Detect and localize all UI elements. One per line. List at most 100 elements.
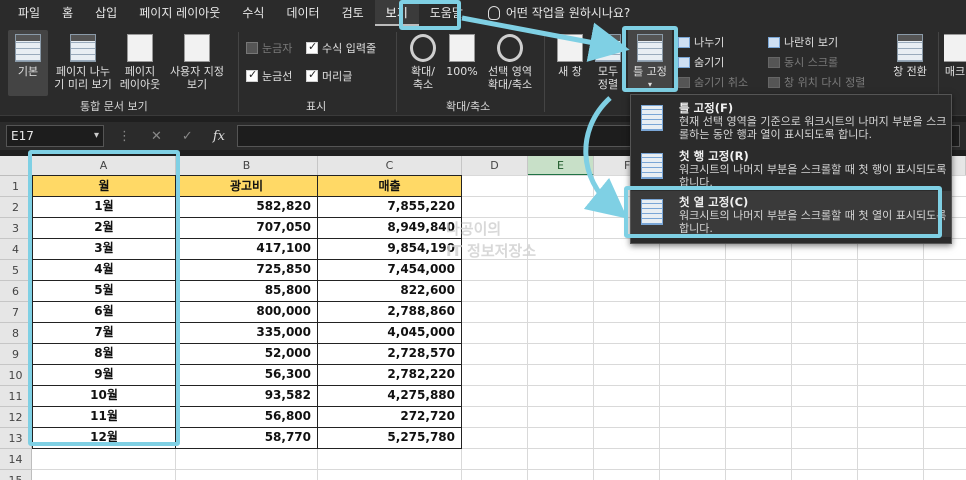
lightbulb-icon — [487, 6, 500, 20]
menu-home[interactable]: 홈 — [51, 0, 84, 26]
sales-cell[interactable]: 2,728,570 — [318, 343, 462, 365]
sales-cell[interactable]: 9,854,190 — [318, 238, 462, 260]
cancel-icon[interactable]: ✕ — [151, 129, 162, 144]
sales-cell[interactable]: 7,855,220 — [318, 196, 462, 218]
ad-cost-cell[interactable]: 93,582 — [176, 385, 318, 407]
ad-cost-cell[interactable]: 335,000 — [176, 322, 318, 344]
sales-cell[interactable]: 272,720 — [318, 406, 462, 428]
insert-function-icon[interactable]: fx — [213, 129, 225, 144]
custom-views-icon — [184, 34, 210, 62]
table-header-sales-cell[interactable]: 매출 — [318, 175, 462, 197]
menu-file[interactable]: 파일 — [0, 0, 51, 26]
column-header-c[interactable]: C — [318, 156, 462, 176]
unhide-button[interactable]: 숨기기 취소 — [678, 74, 748, 90]
freeze-top-row-option[interactable]: 첫 행 고정(R) 워크시트의 나머지 부분을 스크롤할 때 첫 행이 표시되도… — [631, 145, 951, 191]
sales-cell[interactable]: 4,045,000 — [318, 322, 462, 344]
switch-windows-label: 창 전환 — [893, 65, 927, 78]
tell-me-box[interactable]: 어떤 작업을 원하시나요? — [474, 0, 641, 26]
zoom-label-1: 확대/ — [411, 65, 435, 78]
ad-cost-cell[interactable]: 725,850 — [176, 259, 318, 281]
new-window-button[interactable]: 새 창 — [552, 34, 588, 78]
menu-insert[interactable]: 삽입 — [84, 0, 128, 26]
enter-icon[interactable]: ✓ — [182, 129, 193, 144]
column-header-e[interactable]: E — [528, 156, 594, 176]
zoom-100-icon — [449, 34, 475, 62]
sales-cell[interactable]: 2,782,220 — [318, 364, 462, 386]
arrange-all-button[interactable]: 모두 정렬 — [592, 34, 624, 91]
menu-bar: 파일 홈 삽입 페이지 레이아웃 수식 데이터 검토 보기 도움말 어떤 작업을… — [0, 0, 966, 26]
reset-window-position-button[interactable]: 창 위치 다시 정렬 — [768, 74, 865, 90]
row-header[interactable]: 15 — [0, 470, 32, 480]
macros-button[interactable]: 매크 — [944, 34, 966, 78]
menu-formulas[interactable]: 수식 — [231, 0, 275, 26]
macros-label: 매크 — [944, 65, 966, 78]
sales-cell[interactable]: 5,275,780 — [318, 427, 462, 449]
ruler-checkbox[interactable]: 눈금자 — [246, 40, 292, 56]
page-layout-icon — [127, 34, 153, 62]
ad-cost-cell[interactable]: 56,800 — [176, 406, 318, 428]
hide-button[interactable]: 숨기기 — [678, 54, 724, 70]
grid-line — [593, 176, 594, 480]
menu-review[interactable]: 검토 — [331, 0, 375, 26]
page-layout-view-button[interactable]: 페이지 레이아웃 — [118, 34, 162, 91]
formula-bar-checkbox[interactable]: 수식 입력줄 — [306, 40, 376, 56]
split-button[interactable]: 나누기 — [678, 34, 724, 50]
arrange-label-1: 모두 — [597, 65, 619, 78]
view-side-by-side-button[interactable]: 나란히 보기 — [768, 34, 838, 50]
ad-cost-cell[interactable]: 800,000 — [176, 301, 318, 323]
ribbon-separator — [396, 32, 397, 112]
name-box[interactable]: E17 — [6, 125, 104, 147]
zoom-100-button[interactable]: 100% — [444, 34, 480, 78]
freeze-panes-option[interactable]: 틀 고정(F) 현재 선택 영역을 기준으로 워크시트의 나머지 부분을 스크롤… — [631, 97, 951, 143]
gridlines-checkbox[interactable]: 눈금선 — [246, 68, 292, 84]
table-header-ad-cost-cell[interactable]: 광고비 — [176, 175, 318, 197]
group-label-workbook-views: 통합 문서 보기 — [80, 100, 148, 113]
sales-cell[interactable]: 4,275,880 — [318, 385, 462, 407]
sales-cell[interactable]: 8,949,840 — [318, 217, 462, 239]
arrange-all-icon — [595, 34, 621, 62]
ad-cost-cell[interactable]: 58,770 — [176, 427, 318, 449]
headings-checkbox[interactable]: 머리글 — [306, 68, 352, 84]
magnifier-icon — [410, 34, 436, 62]
more-options-icon[interactable]: ⋮ — [118, 129, 131, 144]
highlight-column-a — [28, 150, 180, 446]
hide-label: 숨기기 — [694, 56, 725, 69]
ad-cost-cell[interactable]: 52,000 — [176, 343, 318, 365]
sales-cell[interactable]: 2,788,860 — [318, 301, 462, 323]
ad-cost-cell[interactable]: 417,100 — [176, 238, 318, 260]
ad-cost-cell[interactable]: 582,820 — [176, 196, 318, 218]
sync-scroll-label: 동시 스크롤 — [784, 56, 839, 69]
page-break-label-2: 기 미리 보기 — [54, 78, 112, 91]
split-icon — [678, 36, 690, 48]
ad-cost-cell[interactable]: 707,050 — [176, 217, 318, 239]
reset-position-icon — [768, 76, 780, 88]
custom-views-button[interactable]: 사용자 지정 보기 — [164, 34, 230, 91]
ad-cost-cell[interactable]: 56,300 — [176, 364, 318, 386]
menu-page-layout[interactable]: 페이지 레이아웃 — [128, 0, 231, 26]
switch-windows-button[interactable]: 창 전환 — [888, 34, 932, 78]
macros-icon — [944, 34, 966, 62]
headings-label: 머리글 — [322, 70, 353, 83]
freeze-panes-option-title: 틀 고정(F) — [679, 101, 734, 115]
menu-data[interactable]: 데이터 — [275, 0, 330, 26]
column-header-b[interactable]: B — [176, 156, 318, 176]
new-window-icon — [557, 34, 583, 62]
sales-cell[interactable]: 822,600 — [318, 280, 462, 302]
column-header-d[interactable]: D — [462, 156, 528, 176]
grid-line — [32, 469, 966, 470]
zoom-selection-label-2: 확대/축소 — [487, 78, 533, 91]
sync-scroll-button[interactable]: 동시 스크롤 — [768, 54, 838, 70]
formula-bar-icons: ⋮ ✕ ✓ fx — [118, 129, 225, 144]
zoom-to-selection-button[interactable]: 선택 영역 확대/축소 — [482, 34, 538, 91]
normal-view-label: 기본 — [17, 65, 39, 78]
row-header[interactable]: 14 — [0, 449, 32, 470]
zoom-button[interactable]: 확대/ 축소 — [404, 34, 442, 91]
sales-cell[interactable]: 7,454,000 — [318, 259, 462, 281]
ad-cost-cell[interactable]: 85,800 — [176, 280, 318, 302]
normal-view-button[interactable]: 기본 — [8, 30, 48, 96]
headings-checkbox-box — [306, 68, 318, 82]
zoom-100-label: 100% — [446, 65, 478, 78]
ribbon-separator — [544, 32, 545, 112]
page-break-preview-button[interactable]: 페이지 나누 기 미리 보기 — [50, 34, 116, 91]
page-break-label-1: 페이지 나누 — [55, 65, 111, 78]
